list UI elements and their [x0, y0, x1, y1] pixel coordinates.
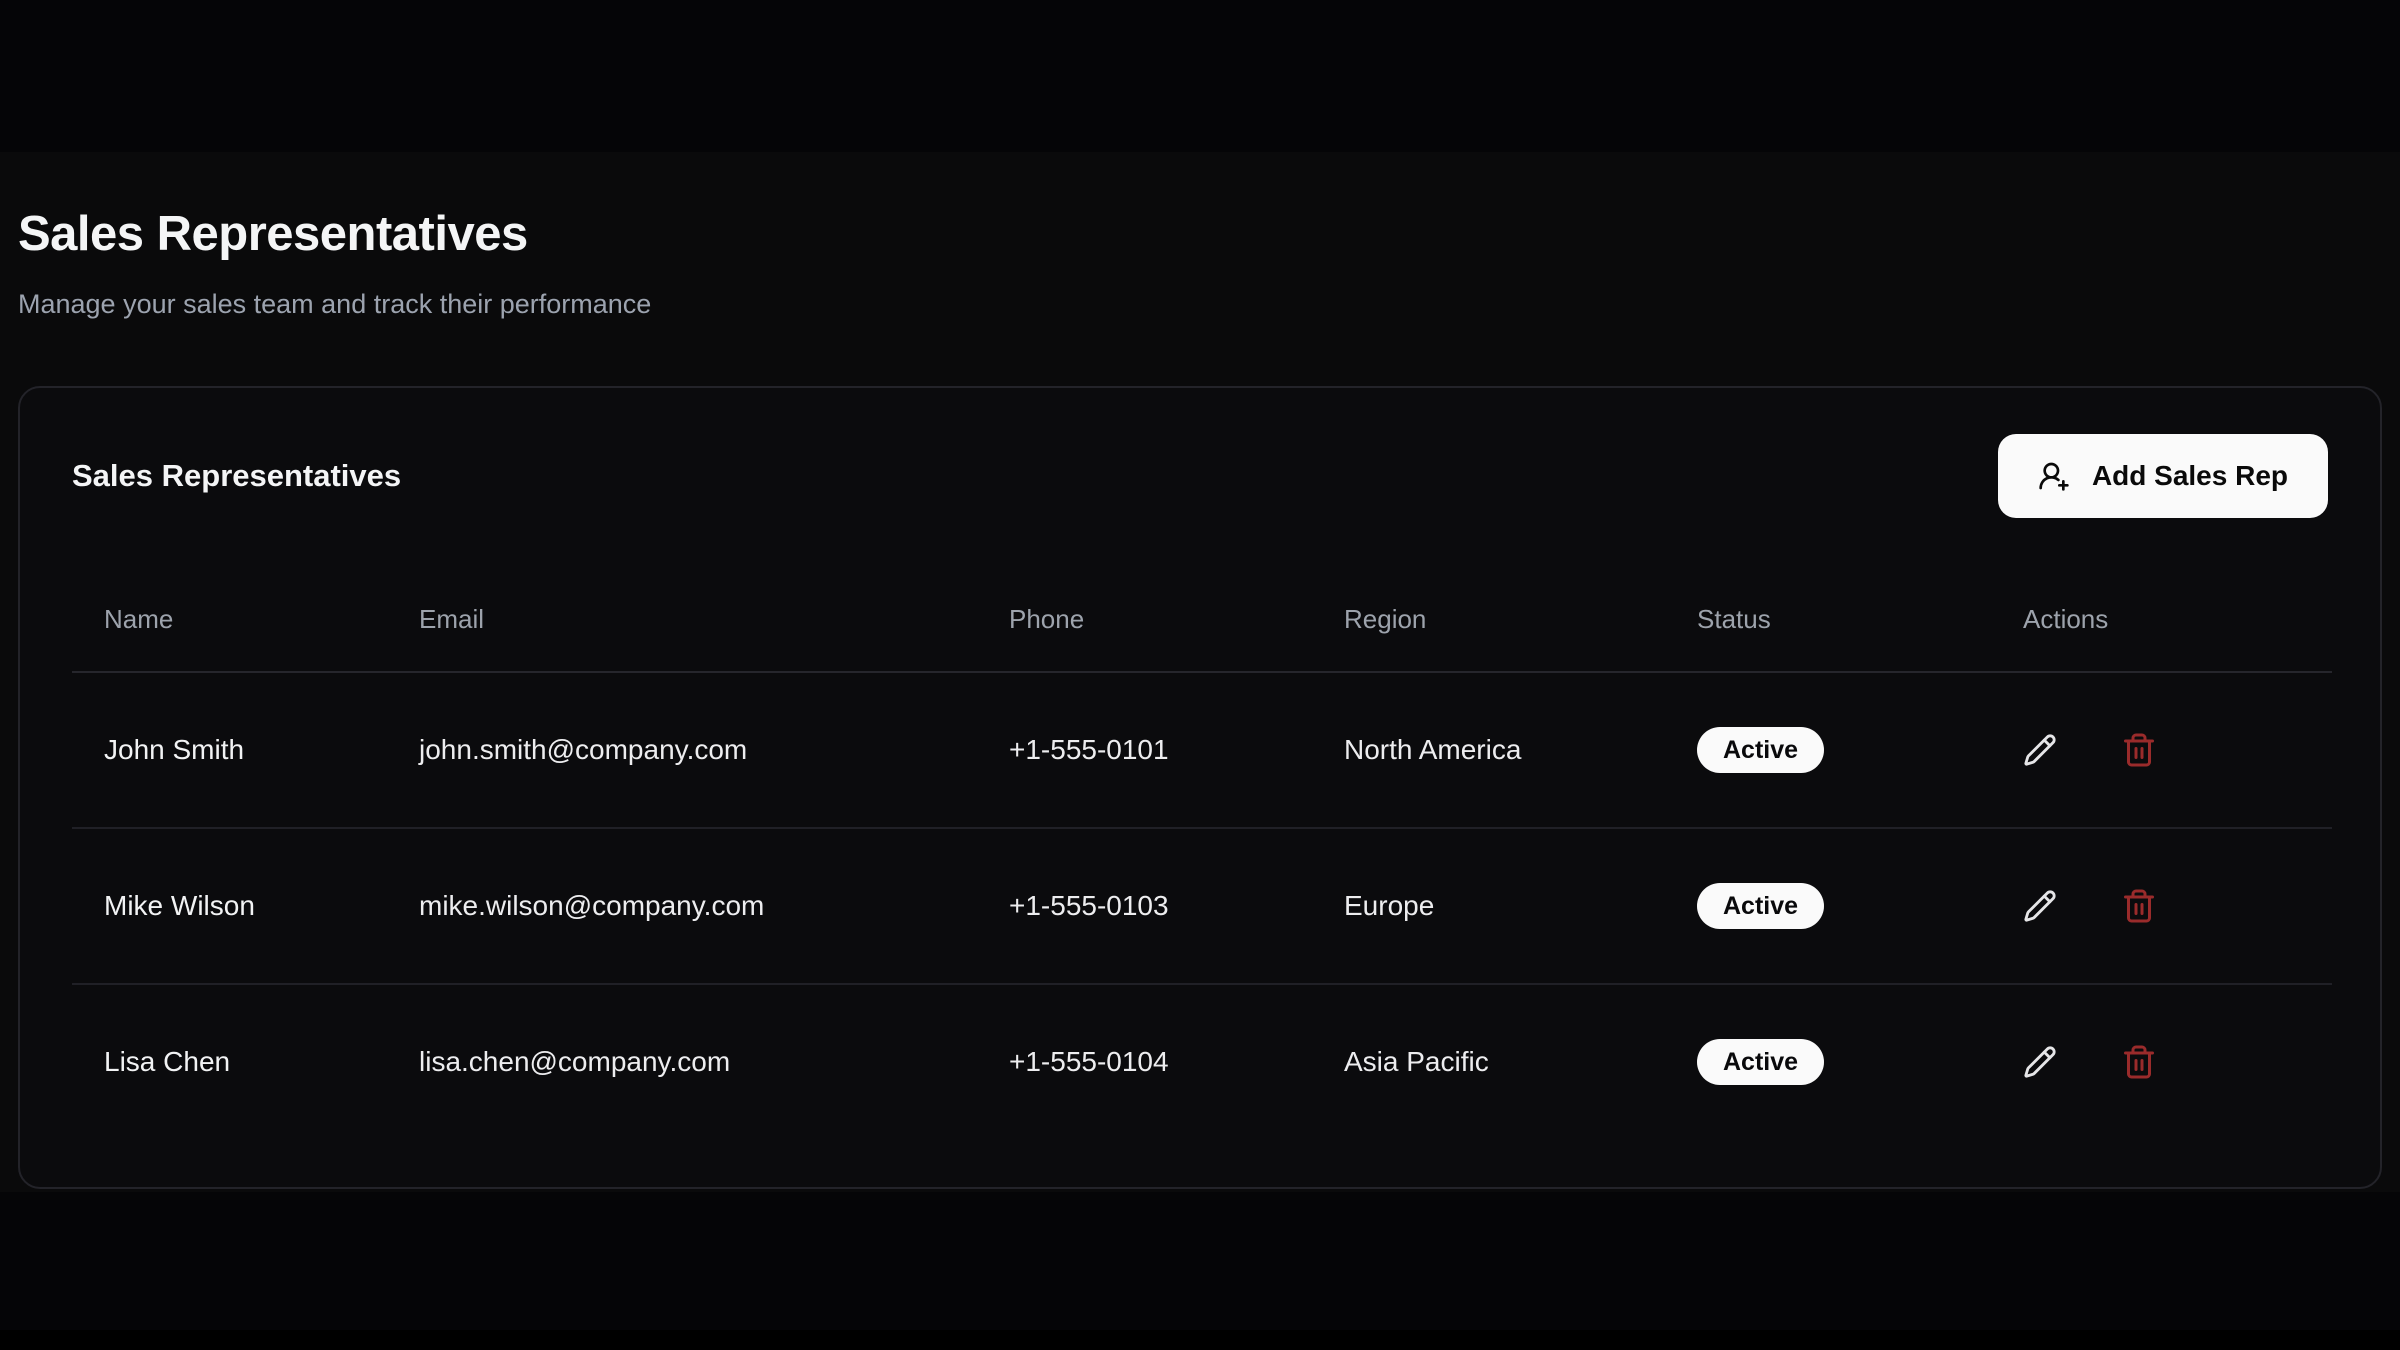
table-row: Lisa Chen lisa.chen@company.com +1-555-0…: [72, 984, 2332, 1139]
column-header-region: Region: [1312, 568, 1665, 672]
row-actions: [2023, 888, 2300, 924]
trash-icon: [2121, 1044, 2157, 1080]
rep-phone: +1-555-0101: [977, 672, 1312, 828]
status-badge: Active: [1697, 1039, 1824, 1085]
main-content: Sales Representatives Manage your sales …: [0, 152, 2400, 1192]
row-actions: [2023, 732, 2300, 768]
page: Sales Representatives Manage your sales …: [0, 0, 2400, 1350]
rep-name: Lisa Chen: [72, 984, 387, 1139]
rep-email: lisa.chen@company.com: [387, 984, 977, 1139]
trash-icon: [2121, 888, 2157, 924]
pencil-icon: [2023, 733, 2057, 767]
rep-phone: +1-555-0103: [977, 828, 1312, 984]
column-header-name: Name: [72, 568, 387, 672]
rep-email: john.smith@company.com: [387, 672, 977, 828]
table-header-row: Name Email Phone Region Status Actions: [72, 568, 2332, 672]
delete-button[interactable]: [2121, 888, 2157, 924]
user-plus-icon: [2038, 460, 2070, 492]
delete-button[interactable]: [2121, 732, 2157, 768]
card-title: Sales Representatives: [72, 456, 401, 496]
column-header-email: Email: [387, 568, 977, 672]
edit-button[interactable]: [2023, 889, 2057, 923]
rep-name: Mike Wilson: [72, 828, 387, 984]
pencil-icon: [2023, 889, 2057, 923]
page-title: Sales Representatives: [18, 198, 2382, 270]
rep-name: John Smith: [72, 672, 387, 828]
table-row: John Smith john.smith@company.com +1-555…: [72, 672, 2332, 828]
rep-region: Asia Pacific: [1312, 984, 1665, 1139]
rep-region: Europe: [1312, 828, 1665, 984]
column-header-actions: Actions: [1991, 568, 2332, 672]
row-actions: [2023, 1044, 2300, 1080]
card-header: Sales Representatives Add Sales Rep: [20, 388, 2380, 568]
column-header-phone: Phone: [977, 568, 1312, 672]
add-sales-rep-button[interactable]: Add Sales Rep: [1998, 434, 2328, 518]
page-subtitle: Manage your sales team and track their p…: [18, 284, 2382, 324]
edit-button[interactable]: [2023, 733, 2057, 767]
delete-button[interactable]: [2121, 1044, 2157, 1080]
rep-email: mike.wilson@company.com: [387, 828, 977, 984]
edit-button[interactable]: [2023, 1045, 2057, 1079]
rep-phone: +1-555-0104: [977, 984, 1312, 1139]
column-header-status: Status: [1665, 568, 1991, 672]
bottom-strip: [0, 1330, 2400, 1350]
sales-reps-card: Sales Representatives Add Sales Rep: [18, 386, 2382, 1189]
rep-region: North America: [1312, 672, 1665, 828]
status-badge: Active: [1697, 727, 1824, 773]
add-sales-rep-label: Add Sales Rep: [2092, 460, 2288, 492]
pencil-icon: [2023, 1045, 2057, 1079]
table-row: Mike Wilson mike.wilson@company.com +1-5…: [72, 828, 2332, 984]
trash-icon: [2121, 732, 2157, 768]
status-badge: Active: [1697, 883, 1824, 929]
sales-reps-table: Name Email Phone Region Status Actions J…: [72, 568, 2332, 1139]
